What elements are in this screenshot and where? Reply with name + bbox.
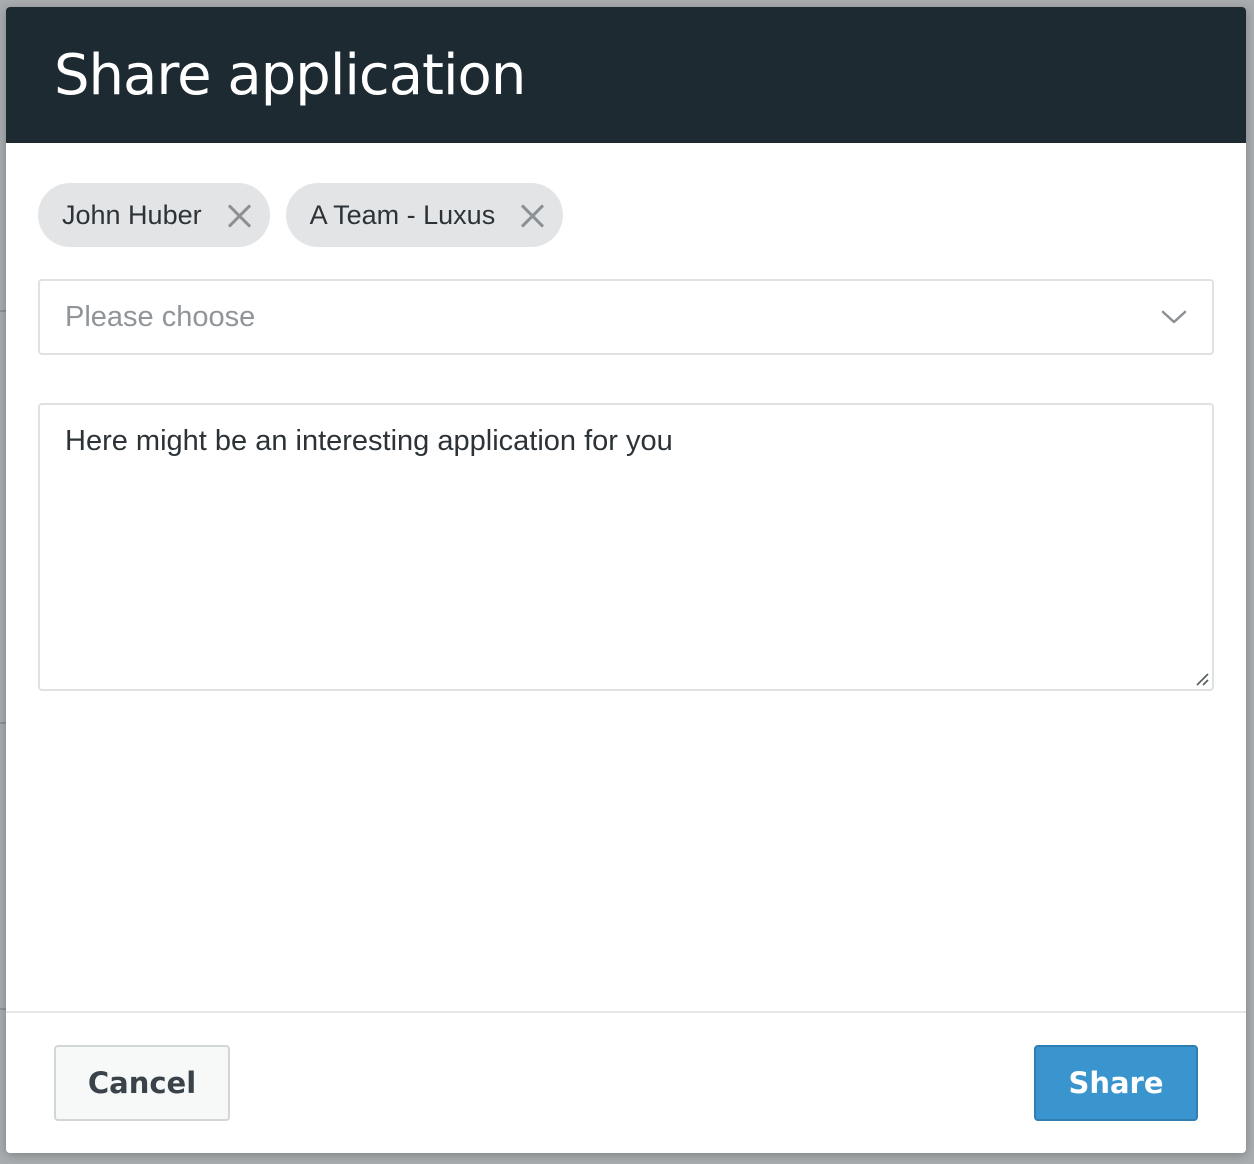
dialog-title: Share application <box>54 42 526 108</box>
share-application-dialog: Share application John Huber A Team - Lu… <box>6 7 1246 1153</box>
dialog-header: Share application <box>6 7 1246 143</box>
recipient-chip: A Team - Luxus <box>285 183 564 247</box>
recipient-chips: John Huber A Team - Luxus <box>38 183 1214 247</box>
recipient-select-placeholder: Please choose <box>65 300 256 333</box>
dialog-footer: Cancel Share <box>6 1011 1246 1153</box>
share-button[interactable]: Share <box>1034 1045 1198 1121</box>
recipient-select[interactable]: Please choose <box>38 279 1214 355</box>
message-textarea[interactable]: Here might be an interesting application… <box>40 405 1212 689</box>
chevron-down-icon[interactable] <box>1160 303 1188 331</box>
close-icon[interactable] <box>517 200 547 230</box>
message-field-wrapper: Here might be an interesting application… <box>38 403 1214 691</box>
close-icon[interactable] <box>224 200 254 230</box>
recipient-chip-label: John Huber <box>62 199 202 230</box>
resize-handle-icon[interactable] <box>1194 671 1210 687</box>
recipient-chip-label: A Team - Luxus <box>309 199 496 230</box>
cancel-button[interactable]: Cancel <box>54 1045 230 1121</box>
recipient-chip: John Huber <box>38 183 270 247</box>
dialog-body: John Huber A Team - Luxus Please choose … <box>6 143 1246 691</box>
